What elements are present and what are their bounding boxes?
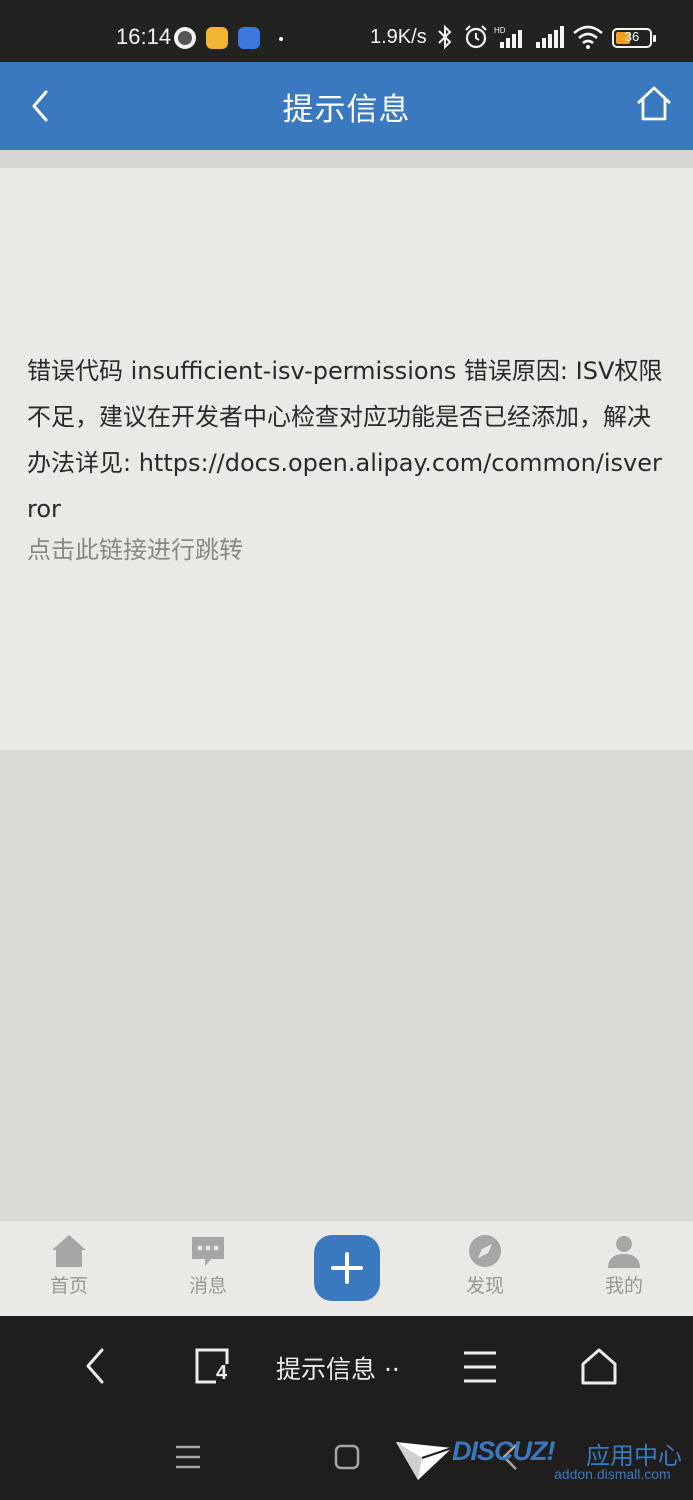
tab-home[interactable]: 首页 <box>24 1233 114 1298</box>
alarm-clock-icon <box>465 25 487 49</box>
browser-toolbar: 4 提示信息 ·· <box>0 1316 693 1420</box>
compass-icon <box>469 1235 501 1267</box>
tab-discover[interactable]: 发现 <box>440 1233 530 1298</box>
error-message: 错误代码 insufficient-isv-permissions 错误原因: … <box>27 357 663 523</box>
tab-count: 4 <box>216 1362 228 1384</box>
watermark-brand: DISCUZ! <box>452 1436 555 1466</box>
battery-level: 36 <box>624 29 640 44</box>
tab-mine-label: 我的 <box>604 1275 643 1297</box>
content-gap <box>0 150 693 168</box>
signal-hd-icon: HD <box>494 26 522 48</box>
status-time: 16:14 <box>116 24 172 49</box>
empty-area <box>0 750 693 1220</box>
home-button[interactable] <box>634 84 674 124</box>
header-bar: 提示信息 <box>0 62 693 150</box>
tab-discover-label: 发现 <box>465 1275 504 1297</box>
bottom-tab-bar: 首页 消息 发现 我的 <box>0 1220 693 1316</box>
menu-button[interactable] <box>462 1350 498 1384</box>
redirect-link[interactable]: 点击此链接进行跳转 <box>27 530 243 565</box>
battery-icon: 36 <box>612 28 656 48</box>
wifi-icon <box>573 25 603 49</box>
message-icon <box>192 1237 224 1266</box>
page-title: 提示信息 <box>282 92 411 128</box>
record-icon <box>174 27 196 49</box>
svg-text:HD: HD <box>494 26 506 35</box>
tabs-button[interactable]: 4 <box>194 1348 230 1384</box>
plus-icon <box>331 1252 363 1284</box>
notes-app-icon <box>206 27 228 49</box>
message-card: 错误代码 insufficient-isv-permissions 错误原因: … <box>0 168 693 750</box>
tab-messages[interactable]: 消息 <box>163 1233 253 1298</box>
watermark: DISCUZ! 应用中心 addon.dismall.com <box>396 1432 690 1492</box>
dot-icon <box>279 37 283 41</box>
user-icon <box>608 1236 640 1268</box>
browser-back-button[interactable] <box>80 1346 110 1386</box>
status-bar: 16:14 1.9K/s HD 36 <box>0 0 693 62</box>
network-speed: 1.9K/s <box>370 26 427 48</box>
bluetooth-icon <box>438 24 452 50</box>
system-home-button[interactable] <box>334 1444 360 1470</box>
signal-icon <box>536 26 564 48</box>
browser-home-button[interactable] <box>580 1346 618 1386</box>
recents-button[interactable] <box>174 1444 202 1470</box>
alarm-app-icon <box>238 27 260 49</box>
browser-page-title[interactable]: 提示信息 ·· <box>276 1350 400 1386</box>
tab-home-label: 首页 <box>49 1275 88 1297</box>
watermark-url: addon.dismall.com <box>554 1466 671 1482</box>
tab-messages-label: 消息 <box>188 1275 227 1297</box>
post-button[interactable] <box>314 1235 380 1301</box>
paper-plane-icon <box>396 1442 453 1480</box>
home-icon <box>52 1235 86 1267</box>
tab-mine[interactable]: 我的 <box>579 1233 669 1298</box>
